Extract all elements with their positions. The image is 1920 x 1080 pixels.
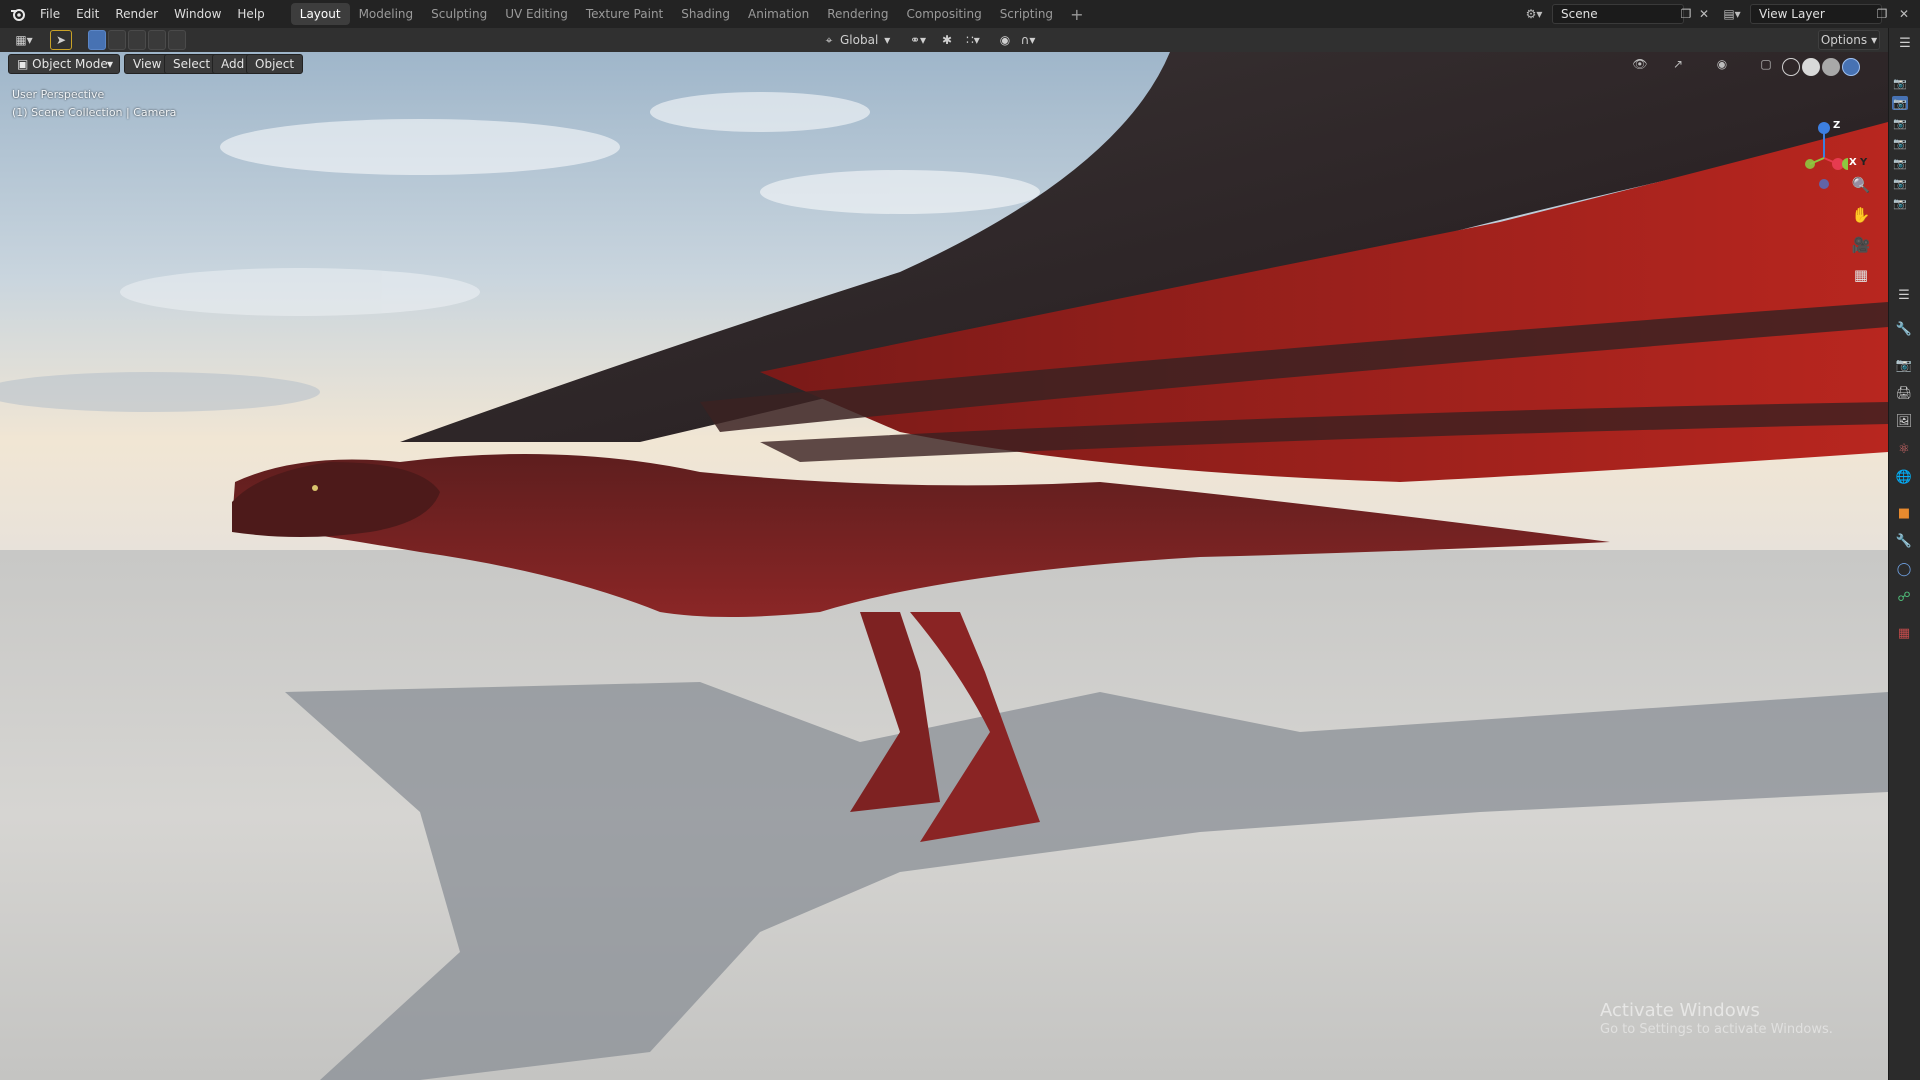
collection-label: (1) Scene Collection | Camera bbox=[12, 106, 177, 119]
menu-file[interactable]: File bbox=[32, 3, 68, 25]
view-layer-name-field[interactable]: View Layer bbox=[1750, 4, 1882, 24]
scene-properties-icon[interactable]: ⚛ bbox=[1895, 440, 1913, 458]
select-new-icon[interactable] bbox=[88, 30, 106, 50]
dragon-eye bbox=[312, 485, 318, 491]
tab-compositing[interactable]: Compositing bbox=[897, 3, 990, 25]
select-extend-icon[interactable] bbox=[108, 30, 126, 50]
scene-name-field[interactable]: Scene bbox=[1552, 4, 1684, 24]
proportional-falloff-icon[interactable]: ∩▾ bbox=[1016, 30, 1040, 50]
chevron-down-icon: ▾ bbox=[106, 57, 113, 71]
pan-hand-icon[interactable]: ✋ bbox=[1848, 202, 1874, 228]
new-view-layer-icon[interactable]: ❐ bbox=[1872, 4, 1892, 24]
menu-edit[interactable]: Edit bbox=[68, 3, 107, 25]
menu-help[interactable]: Help bbox=[229, 3, 272, 25]
gizmo-z-label: Z bbox=[1833, 120, 1841, 131]
snap-target-icon[interactable]: ∷▾ bbox=[958, 30, 988, 50]
tab-layout[interactable]: Layout bbox=[290, 3, 350, 25]
outliner-camera-icon[interactable]: 📷 bbox=[1892, 136, 1908, 150]
menu-window[interactable]: Window bbox=[166, 3, 229, 25]
navigation-gizmo[interactable] bbox=[1788, 88, 1848, 198]
snap-toggle-icon[interactable]: ✱ bbox=[938, 30, 956, 50]
3d-viewport[interactable]: ▣ Object Mode ▾ View Select Add Object Us… bbox=[0, 52, 1888, 1080]
workspace-tabs: Layout Modeling Sculpting UV Editing Tex… bbox=[290, 0, 1092, 28]
select-intersect-icon[interactable] bbox=[168, 30, 186, 50]
visibility-icon[interactable]: 👁 bbox=[1630, 54, 1650, 74]
rendered-scene bbox=[0, 52, 1888, 1080]
select-tool-icon[interactable]: ➤ bbox=[50, 30, 72, 50]
tab-shading[interactable]: Shading bbox=[672, 3, 739, 25]
tab-texture-paint[interactable]: Texture Paint bbox=[577, 3, 672, 25]
outliner-camera-active-icon[interactable]: 📷 bbox=[1892, 96, 1908, 110]
blender-logo-icon[interactable] bbox=[4, 0, 32, 28]
outliner-camera-icon[interactable]: 📷 bbox=[1892, 156, 1908, 170]
scene-selector-icon[interactable]: ⚙▾ bbox=[1524, 4, 1544, 24]
solid-shading-icon[interactable] bbox=[1802, 58, 1820, 76]
outliner-camera-icon[interactable]: 📷 bbox=[1892, 76, 1908, 90]
view-layer-properties-icon[interactable]: 🖼 bbox=[1895, 412, 1913, 430]
gizmo-y-label: Y bbox=[1860, 157, 1868, 168]
tab-rendering[interactable]: Rendering bbox=[818, 3, 897, 25]
options-dropdown[interactable]: Options ▾ bbox=[1818, 30, 1880, 50]
object-properties-icon[interactable]: ■ bbox=[1895, 504, 1913, 522]
object-mode-icon: ▣ bbox=[17, 57, 33, 71]
object-mode-label: Object Mode bbox=[32, 57, 108, 71]
viewport-header: ▦▾ ➤ ⌖ Global ▾ ⚭▾ ✱ ∷▾ ◉ ∩▾ Options ▾ bbox=[0, 28, 1888, 52]
outliner-camera-icon[interactable]: 📷 bbox=[1892, 196, 1908, 210]
new-scene-icon[interactable]: ❐ bbox=[1676, 4, 1696, 24]
options-label: Options bbox=[1820, 33, 1868, 47]
output-properties-icon[interactable]: 🖨 bbox=[1895, 384, 1913, 402]
material-shading-icon[interactable] bbox=[1822, 58, 1840, 76]
texture-properties-icon[interactable]: ▦ bbox=[1895, 624, 1913, 642]
xray-icon[interactable]: ▢ bbox=[1756, 54, 1776, 74]
transform-orientation-dropdown[interactable]: Global ▾ bbox=[840, 30, 896, 50]
tab-uv-editing[interactable]: UV Editing bbox=[496, 3, 577, 25]
tool-properties-icon[interactable]: ☰ bbox=[1895, 286, 1913, 304]
gizmo-x-label: X bbox=[1849, 157, 1857, 168]
perspective-label: User Perspective bbox=[12, 88, 105, 101]
add-workspace-icon[interactable]: + bbox=[1062, 5, 1091, 24]
gizmo-y-axis[interactable] bbox=[1842, 158, 1848, 170]
select-invert-icon[interactable] bbox=[148, 30, 166, 50]
transform-orientation-icon[interactable]: ⌖ bbox=[820, 30, 838, 50]
chevron-down-icon: ▾ bbox=[884, 33, 891, 47]
wireframe-shading-icon[interactable] bbox=[1782, 58, 1800, 76]
overlays-icon[interactable]: ◉ bbox=[1712, 54, 1732, 74]
gizmo-toggle-icon[interactable]: ↗ bbox=[1668, 54, 1688, 74]
perspective-toggle-icon[interactable]: ▦ bbox=[1848, 262, 1874, 288]
proportional-editing-icon[interactable]: ◉ bbox=[996, 30, 1014, 50]
activate-windows-subtitle: Go to Settings to activate Windows. bbox=[1600, 1022, 1833, 1037]
activate-windows-title: Activate Windows bbox=[1600, 1000, 1760, 1021]
world-properties-icon[interactable]: 🌐 bbox=[1895, 468, 1913, 486]
select-menu[interactable]: Select bbox=[164, 54, 220, 74]
tab-scripting[interactable]: Scripting bbox=[991, 3, 1062, 25]
chevron-down-icon: ▾ bbox=[1871, 33, 1878, 47]
view-layer-selector-icon[interactable]: ▤▾ bbox=[1722, 4, 1742, 24]
delete-view-layer-icon[interactable]: ✕ bbox=[1894, 4, 1914, 24]
object-mode-dropdown[interactable]: ▣ Object Mode ▾ bbox=[8, 54, 120, 74]
menu-render[interactable]: Render bbox=[107, 3, 166, 25]
render-properties-icon[interactable]: 📷 bbox=[1895, 356, 1913, 374]
object-menu[interactable]: Object bbox=[246, 54, 304, 74]
gizmo-z-axis[interactable] bbox=[1818, 122, 1830, 134]
delete-scene-icon[interactable]: ✕ bbox=[1694, 4, 1714, 24]
modifier-properties-icon[interactable]: 🔧 bbox=[1895, 532, 1913, 550]
rendered-shading-icon[interactable] bbox=[1842, 58, 1860, 76]
select-subtract-icon[interactable] bbox=[128, 30, 146, 50]
object-constraint-properties-icon[interactable]: ☍ bbox=[1895, 588, 1913, 606]
physics-properties-icon[interactable]: ◯ bbox=[1895, 560, 1913, 578]
tool-settings-icon[interactable]: 🔧 bbox=[1895, 320, 1913, 338]
properties-editor-icon[interactable]: ☰ bbox=[1896, 34, 1914, 52]
tab-sculpting[interactable]: Sculpting bbox=[422, 3, 496, 25]
editor-type-icon[interactable]: ▦▾ bbox=[8, 30, 40, 50]
transform-orientation-label: Global bbox=[840, 33, 879, 47]
camera-view-icon[interactable]: 🎥 bbox=[1848, 232, 1874, 258]
tab-modeling[interactable]: Modeling bbox=[350, 3, 423, 25]
outliner-camera-icon[interactable]: 📷 bbox=[1892, 176, 1908, 190]
outliner-camera-icon[interactable]: 📷 bbox=[1892, 116, 1908, 130]
zoom-icon[interactable]: 🔍 bbox=[1848, 172, 1874, 198]
pivot-point-icon[interactable]: ⚭▾ bbox=[904, 30, 932, 50]
tab-animation[interactable]: Animation bbox=[739, 3, 818, 25]
top-menu-bar: File Edit Render Window Help Layout Mode… bbox=[0, 0, 1920, 28]
